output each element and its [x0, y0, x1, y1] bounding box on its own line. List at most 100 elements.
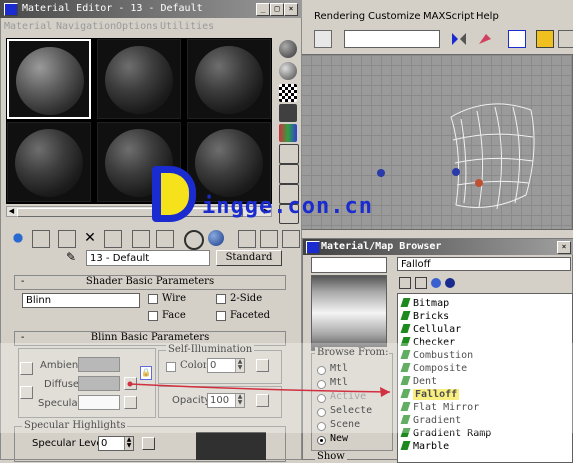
diffuse-map-button[interactable]: [124, 377, 137, 390]
put-to-library-icon[interactable]: [132, 230, 150, 248]
specular-map-button[interactable]: [124, 396, 137, 409]
specular-level-spinner[interactable]: 0 ▲ ▼: [98, 436, 134, 451]
curve-editor-icon[interactable]: [536, 30, 554, 48]
close-icon[interactable]: ×: [284, 3, 298, 16]
abc-icon[interactable]: [314, 30, 332, 48]
menu-maxscript[interactable]: MAXScript: [423, 11, 474, 22]
make-preview-icon[interactable]: [279, 144, 299, 164]
list-item-composite[interactable]: Composite: [400, 362, 467, 375]
align-icon[interactable]: [476, 30, 494, 48]
lock-diffuse-specular-icon[interactable]: [20, 386, 33, 399]
sample-slot-3[interactable]: [187, 39, 271, 119]
material-type-button[interactable]: Standard: [216, 250, 282, 266]
radio-selected[interactable]: [317, 408, 326, 417]
menu-navigation[interactable]: Navigation: [56, 21, 116, 32]
list-item-marble[interactable]: Marble: [400, 440, 449, 453]
map-preview: [311, 275, 387, 351]
pick-material-icon[interactable]: [282, 230, 300, 248]
list-item-combustion[interactable]: Combustion: [400, 349, 473, 362]
list-item-cellular[interactable]: Cellular: [400, 323, 461, 336]
assign-material-icon[interactable]: [58, 230, 76, 248]
active-slot-label: Active Slot: [330, 391, 370, 402]
go-to-parent-icon[interactable]: [238, 230, 256, 248]
sample-slot-4[interactable]: [7, 122, 91, 202]
list-item-gradient-ramp[interactable]: Gradient Ramp: [400, 427, 491, 440]
menu-options[interactable]: Options: [116, 21, 158, 32]
menu-utilities[interactable]: Utilities: [160, 21, 214, 32]
material-name-field[interactable]: 13 - Default: [86, 250, 210, 266]
radio-mtl-editor[interactable]: [317, 380, 326, 389]
browser-name-field[interactable]: [311, 257, 387, 273]
video-color-check-icon[interactable]: [279, 124, 297, 142]
wire-label: Wire: [162, 293, 186, 304]
specular-color-swatch[interactable]: [78, 395, 120, 410]
self-illum-map-button[interactable]: [256, 359, 269, 372]
list-item-bricks[interactable]: Bricks: [400, 310, 449, 323]
menu-material[interactable]: Material: [4, 21, 52, 32]
list-item-falloff[interactable]: Falloff: [400, 388, 460, 401]
ambient-color-swatch[interactable]: [78, 357, 120, 372]
maximize-icon[interactable]: □: [270, 3, 284, 16]
sample-type-icon[interactable]: [279, 40, 297, 58]
menu-customize[interactable]: Customize: [368, 11, 421, 22]
menu-rendering[interactable]: Rendering: [314, 11, 365, 22]
list-item-checker[interactable]: Checker: [400, 336, 455, 349]
faceted-checkbox[interactable]: [216, 311, 226, 321]
view-large-icons-icon[interactable]: [445, 278, 455, 288]
reset-map-icon[interactable]: ✕: [82, 230, 98, 246]
view-list-icon[interactable]: [399, 277, 411, 289]
face-map-checkbox[interactable]: [148, 311, 158, 321]
map-type-list: Bitmap Bricks Cellular Checker Combustio…: [397, 293, 573, 463]
schematic-view-icon[interactable]: [558, 30, 573, 48]
lock-ambient-diffuse-icon[interactable]: [20, 362, 33, 375]
list-item-dent[interactable]: Dent: [400, 375, 437, 388]
list-item-bitmap[interactable]: Bitmap: [400, 297, 449, 310]
opacity-map-button[interactable]: [256, 394, 269, 407]
sample-slot-2[interactable]: [97, 39, 181, 119]
lock-icon[interactable]: 🔒: [140, 366, 152, 380]
self-illum-color-checkbox[interactable]: [166, 362, 176, 372]
show-end-result-icon[interactable]: [208, 230, 224, 246]
list-item-flat-mirror[interactable]: Flat Mirror: [400, 401, 479, 414]
get-material-icon[interactable]: [10, 230, 26, 246]
uv-tiling-icon[interactable]: [279, 104, 297, 122]
specular-level-map-button[interactable]: [142, 437, 155, 450]
shader-rollout-header[interactable]: - Shader Basic Parameters: [14, 275, 286, 290]
named-selection-dropdown[interactable]: [344, 30, 440, 48]
sample-slot-1[interactable]: [7, 39, 91, 119]
opacity-spinner[interactable]: 100 ▲ ▼: [207, 393, 245, 408]
close-icon[interactable]: ×: [557, 241, 571, 254]
material-editor-titlebar[interactable]: Material Editor - 13 - Default _ □ ×: [0, 0, 302, 18]
wire-checkbox[interactable]: [148, 294, 158, 304]
show-map-in-viewport-icon[interactable]: [184, 230, 204, 250]
two-sided-checkbox[interactable]: [216, 294, 226, 304]
diffuse-color-swatch[interactable]: [78, 376, 120, 391]
spinner-arrows-icon[interactable]: ▲ ▼: [235, 359, 244, 372]
self-illum-spinner[interactable]: 0 ▲ ▼: [207, 358, 245, 373]
browser-filter-field[interactable]: Falloff: [397, 257, 571, 271]
minimize-icon[interactable]: _: [256, 3, 270, 16]
layer-manager-icon[interactable]: [508, 30, 526, 48]
backlight-icon[interactable]: [279, 62, 297, 80]
put-to-scene-icon[interactable]: [32, 230, 50, 248]
map-type-icon: [400, 389, 411, 398]
spinner-arrows-icon[interactable]: ▲ ▼: [124, 437, 133, 450]
eyedropper-icon[interactable]: ✎: [66, 250, 76, 264]
go-forward-to-sibling-icon[interactable]: [260, 230, 278, 248]
list-item-gradient[interactable]: Gradient: [400, 414, 461, 427]
view-list-icons-icon[interactable]: [415, 277, 427, 289]
shader-dropdown[interactable]: Blinn: [22, 293, 140, 308]
radio-new[interactable]: [317, 436, 326, 445]
make-unique-icon[interactable]: [104, 230, 122, 248]
browser-titlebar[interactable]: Material/Map Browser ×: [303, 239, 573, 255]
radio-scene[interactable]: [317, 422, 326, 431]
scroll-left-icon[interactable]: ◀: [7, 207, 16, 216]
spinner-arrows-icon[interactable]: ▲ ▼: [235, 394, 244, 407]
mirror-icon[interactable]: [450, 30, 468, 48]
background-icon[interactable]: [279, 84, 297, 102]
view-small-icons-icon[interactable]: [431, 278, 441, 288]
radio-active-slot[interactable]: [317, 394, 326, 403]
radio-mtl-library[interactable]: [317, 366, 326, 375]
material-effects-channel-icon[interactable]: [156, 230, 174, 248]
menu-help[interactable]: Help: [476, 11, 499, 22]
